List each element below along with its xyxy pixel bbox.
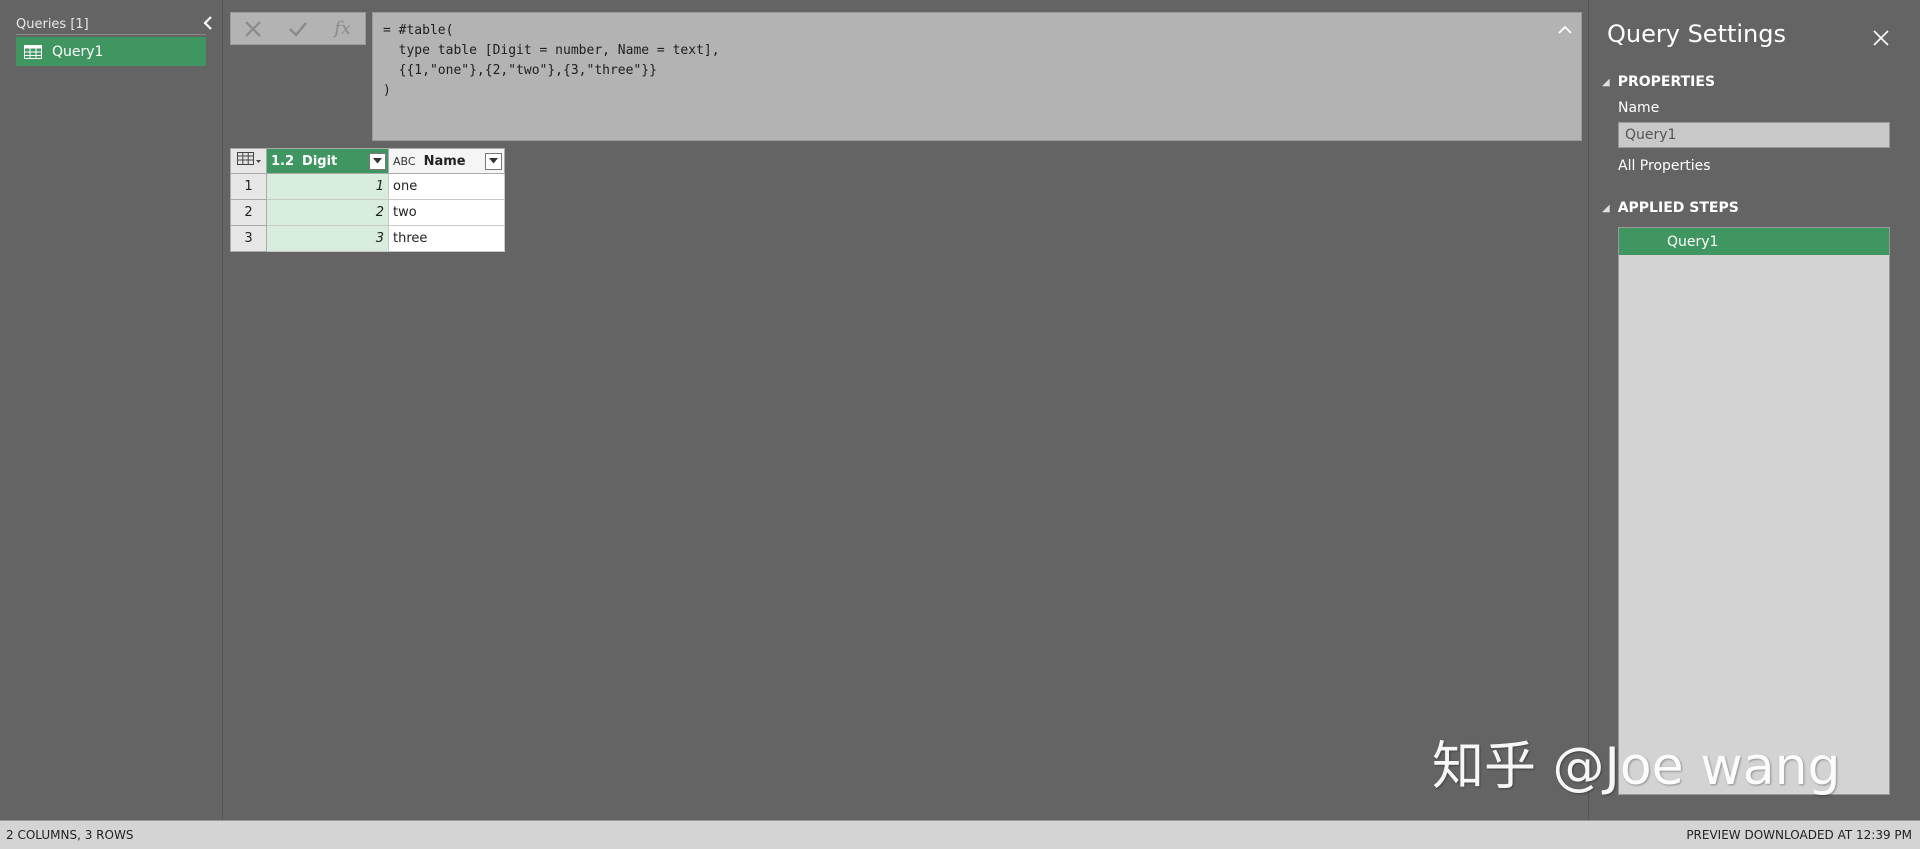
formula-text[interactable]: = #table( type table [Digit = number, Na… [373,13,1581,109]
status-bar: 2 COLUMNS, 3 ROWS PREVIEW DOWNLOADED AT … [0,820,1920,849]
collapse-triangle-icon: ◢ [1602,76,1610,88]
cancel-formula-button[interactable] [236,14,270,44]
name-label: Name [1618,100,1660,116]
data-grid: 1.2 Digit ABC Name 1 1 one 2 2 two 3 3 t… [230,148,505,252]
query-settings-pane: Query Settings ◢ PROPERTIES Name All Pro… [1588,0,1920,820]
applied-steps-header: APPLIED STEPS [1617,200,1739,216]
power-query-editor: Queries [1] Query1 fx = #table(type tab… [0,0,1920,849]
table-menu-icon [236,152,261,165]
applied-steps-list: Query1 [1618,227,1890,795]
properties-header: PROPERTIES [1617,74,1716,90]
close-settings-button[interactable] [1869,26,1893,50]
chevron-down-icon [489,158,498,164]
column-header-digit[interactable]: 1.2 Digit [266,148,389,174]
properties-section-toggle[interactable]: ◢ PROPERTIES [1602,74,1715,90]
cell-digit[interactable]: 2 [266,199,389,226]
check-icon [289,21,307,37]
queries-pane: Queries [1] Query1 [0,0,223,820]
number-type-icon[interactable]: 1.2 [271,154,294,169]
collapse-queries-button[interactable] [198,12,218,34]
chevron-up-icon [1558,25,1572,34]
insert-function-button[interactable]: fx [326,14,360,44]
queries-header: Queries [1] [16,17,89,32]
cell-digit[interactable]: 3 [266,225,389,252]
row-number[interactable]: 3 [230,225,267,252]
cell-digit[interactable]: 1 [266,173,389,200]
row-number[interactable]: 1 [230,173,267,200]
table-icon [24,44,42,59]
query-item-label: Query1 [52,43,104,60]
commit-formula-button[interactable] [281,14,315,44]
close-icon [1873,30,1889,46]
table-menu-button[interactable] [230,148,267,174]
filter-dropdown-button[interactable] [369,152,386,170]
watermark: 知乎 @Joe wang [1432,737,1841,797]
collapse-formula-button[interactable] [1555,21,1575,39]
formula-editor[interactable]: = #table( type table [Digit = number, Na… [372,12,1582,141]
status-preview-time: PREVIEW DOWNLOADED AT 12:39 PM [1686,828,1912,842]
row-number[interactable]: 2 [230,199,267,226]
table-row: 3 3 three [230,225,505,252]
table-row: 1 1 one [230,173,505,200]
column-header-label: Name [423,153,466,169]
cell-name[interactable]: three [388,225,505,252]
text-type-icon[interactable]: ABC [393,155,416,168]
fx-icon: fx [334,18,352,39]
query-settings-title: Query Settings [1607,20,1787,48]
status-row-count: 2 COLUMNS, 3 ROWS [6,828,134,842]
collapse-triangle-icon: ◢ [1602,202,1610,214]
close-icon [245,20,262,37]
filter-dropdown-button[interactable] [485,152,502,170]
applied-step-query1[interactable]: Query1 [1619,228,1889,255]
table-row: 2 2 two [230,199,505,226]
column-header-name[interactable]: ABC Name [388,148,505,174]
query-item-query1[interactable]: Query1 [16,37,206,66]
chevron-down-icon [373,158,382,164]
cell-name[interactable]: one [388,173,505,200]
formula-bar-buttons: fx [230,12,366,45]
column-header-label: Digit [302,153,338,169]
queries-divider [16,34,206,35]
applied-steps-section-toggle[interactable]: ◢ APPLIED STEPS [1602,200,1739,216]
chevron-left-icon [203,16,212,30]
all-properties-link[interactable]: All Properties [1618,158,1711,174]
query-name-input[interactable] [1618,122,1890,148]
cell-name[interactable]: two [388,199,505,226]
